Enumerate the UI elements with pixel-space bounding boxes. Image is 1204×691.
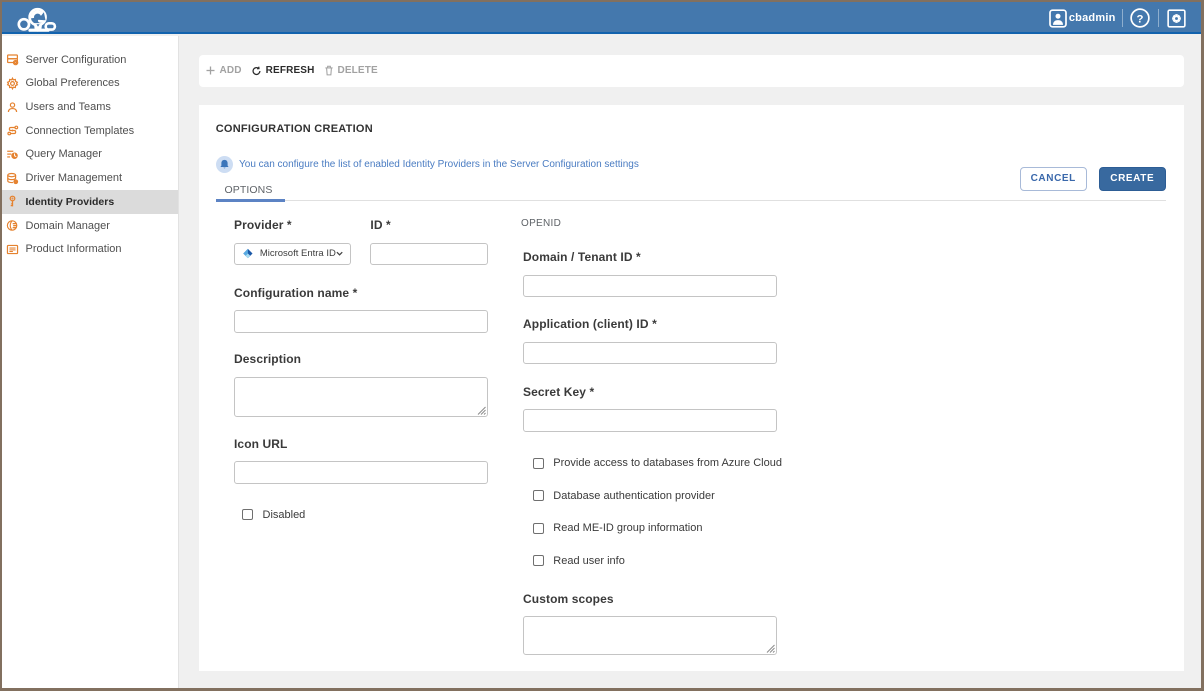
svg-text:?: ?	[1136, 13, 1143, 25]
